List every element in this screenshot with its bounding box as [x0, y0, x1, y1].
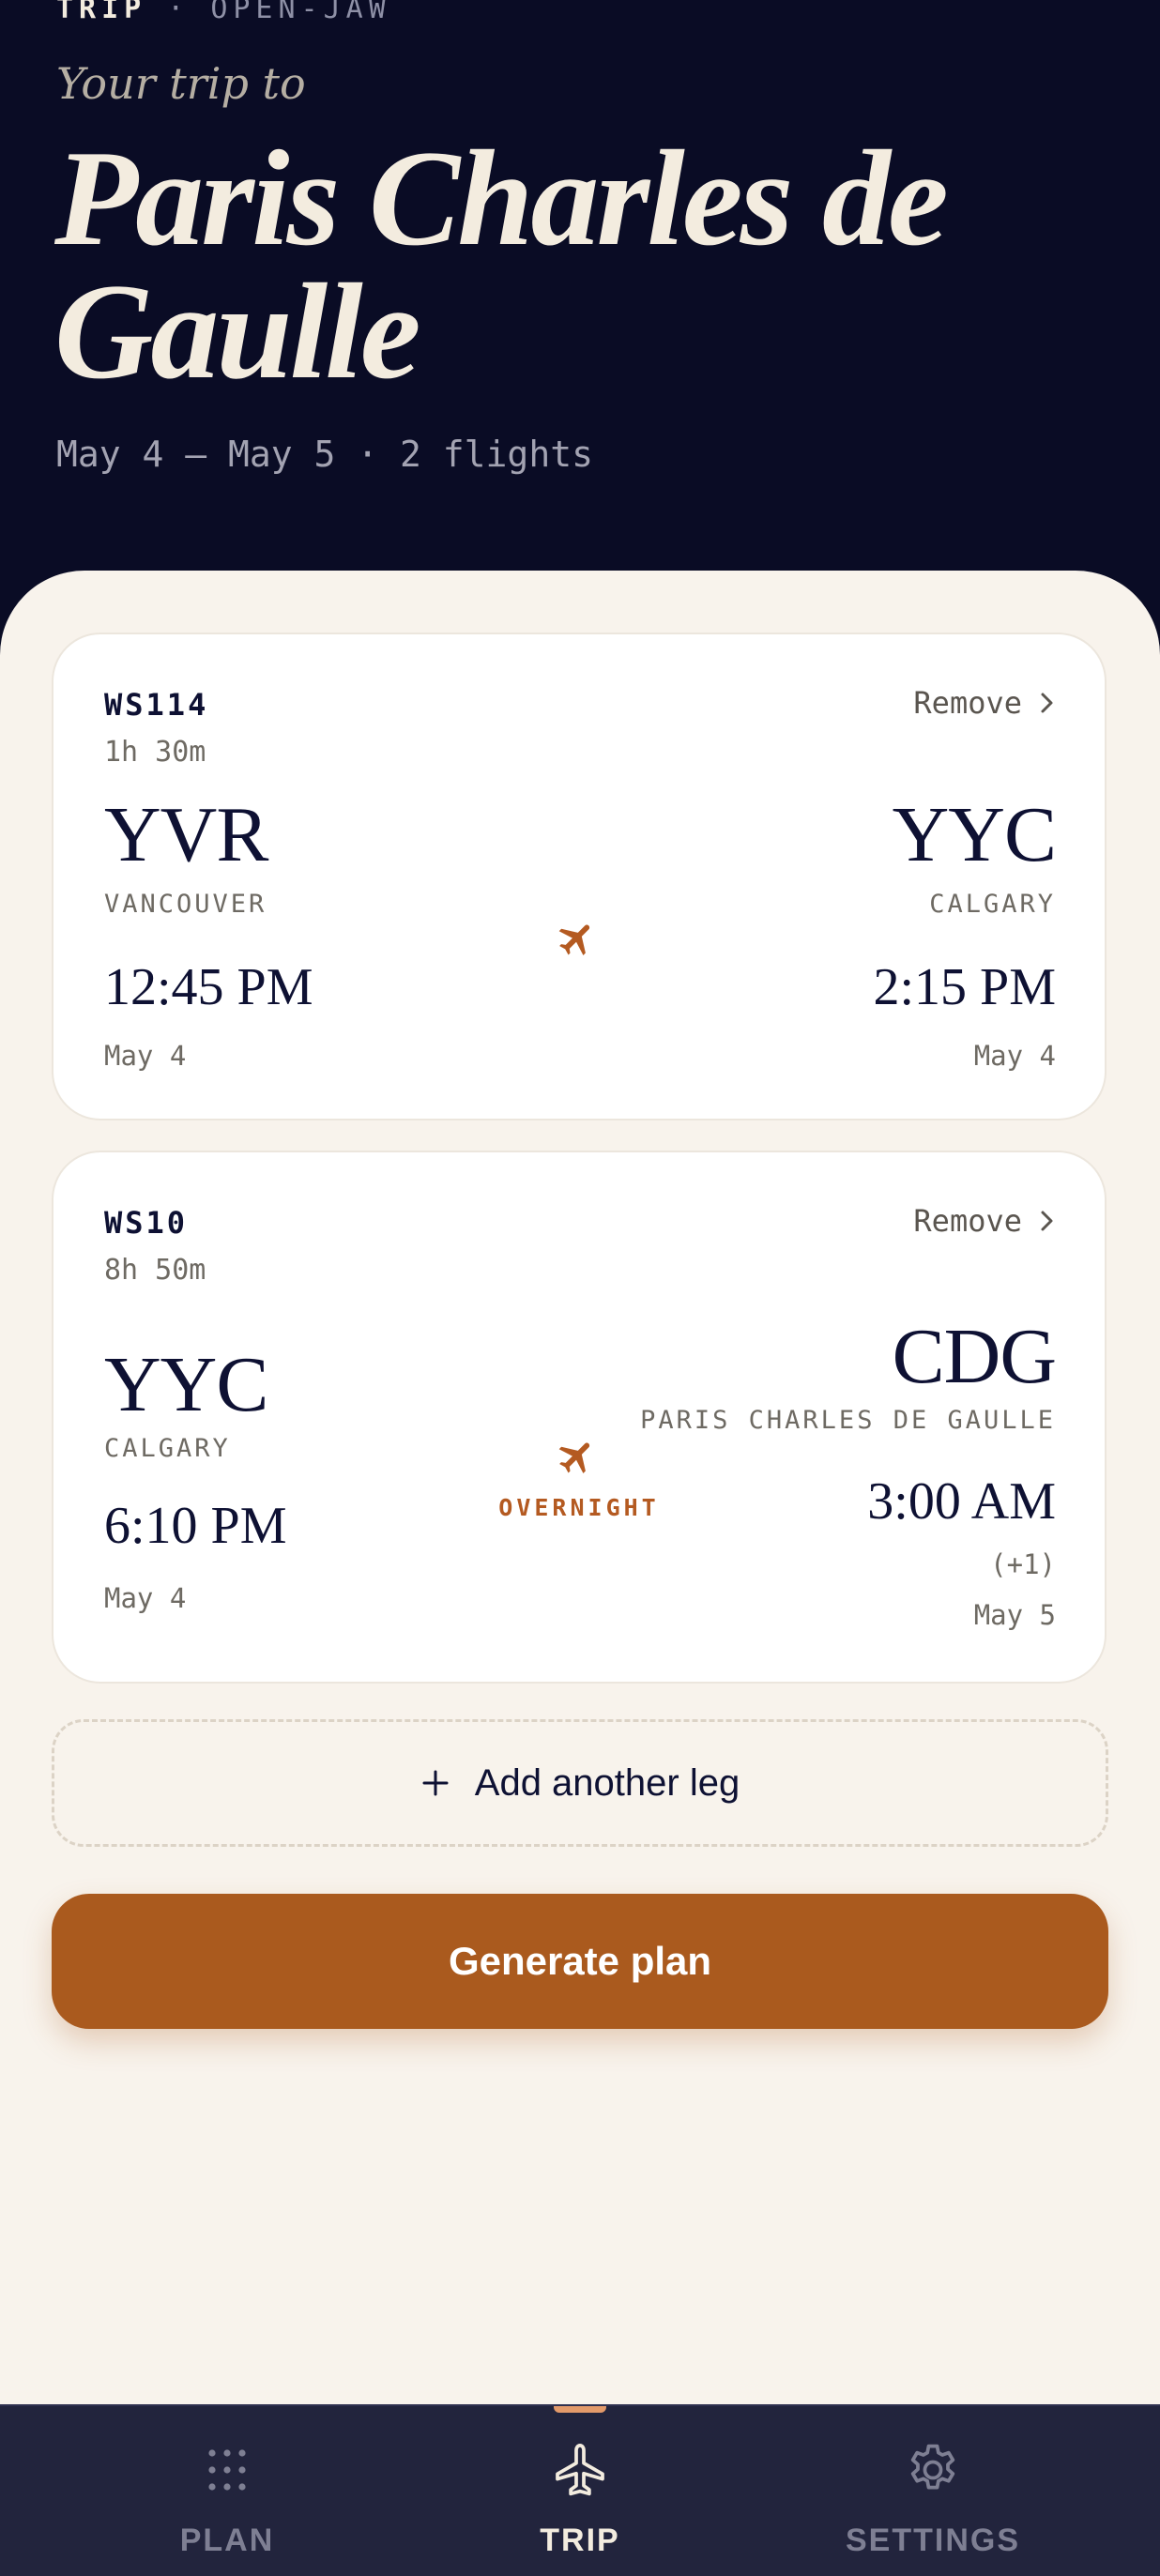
gear-icon [910, 2444, 955, 2490]
destination-city: CALGARY [929, 890, 1056, 919]
grid-dots-icon [208, 2449, 246, 2491]
nav-label-settings: SETTINGS [845, 2523, 1021, 2558]
remove-leg-button[interactable]: Remove [913, 1203, 1056, 1239]
page-title: Paris Charles de Gaulle [54, 122, 949, 407]
trip-type-label: OPEN-JAW [210, 0, 391, 25]
destination-airport-code: CDG [892, 1313, 1057, 1400]
generate-plan-button[interactable]: Generate plan [52, 1894, 1108, 2029]
trip-header: TRIP · OPEN-JAW Your trip to Paris Charles… [0, 0, 1160, 657]
origin-city: VANCOUVER [104, 890, 267, 919]
origin-airport-code: YYC [104, 1341, 268, 1428]
arrival-time: 2:15 PM [873, 958, 1057, 1016]
nav-label-trip: TRIP [540, 2523, 620, 2558]
eyebrow-separator: · [167, 0, 191, 25]
flight-duration: 8h 50m [104, 1254, 206, 1287]
origin-city: CALGARY [104, 1434, 231, 1463]
header-kicker: Your trip to [56, 58, 306, 109]
departure-date: May 4 [104, 1582, 187, 1614]
flight-leg-card: WS10 8h 50m Remove YYC CALGARY 6:10 PM M… [52, 1151, 1107, 1684]
chevron-right-icon [1041, 693, 1053, 713]
nav-label-plan: PLAN [179, 2523, 275, 2558]
add-leg-label: Add another leg [474, 1761, 740, 1804]
nav-item-plan[interactable]: PLAN [34, 2406, 420, 2576]
remove-label: Remove [913, 1203, 1022, 1239]
destination-airport-code: YYC [892, 791, 1057, 878]
nav-item-trip[interactable]: TRIP [387, 2406, 773, 2576]
departure-date: May 4 [104, 1040, 187, 1072]
plus-icon [422, 1770, 449, 1796]
remove-label: Remove [913, 685, 1022, 721]
departure-time: 12:45 PM [104, 958, 313, 1016]
trip-eyebrow: TRIP · OPEN-JAW [56, 0, 391, 25]
flight-number: WS114 [104, 687, 209, 723]
arrival-date: May 4 [973, 1040, 1056, 1072]
flight-duration: 1h 30m [104, 736, 206, 769]
flight-number: WS10 [104, 1205, 189, 1241]
destination-city: PARIS CHARLES DE GAULLE [640, 1406, 1056, 1435]
airplane-icon [558, 1442, 590, 1473]
bottom-nav: PLAN TRIP SETTINGS [0, 2404, 1160, 2576]
eyebrow-section: TRIP [56, 0, 147, 25]
day-offset-label: (+1) [990, 1548, 1056, 1580]
trip-screen: TRIP · OPEN-JAW Your trip to Paris Charles… [0, 0, 1160, 2576]
generate-plan-label: Generate plan [448, 1939, 712, 1983]
active-tab-indicator [554, 2406, 606, 2413]
nav-item-settings[interactable]: SETTINGS [740, 2406, 1126, 2576]
flight-leg-card: WS114 1h 30m Remove YVR VANCOUVER 12:45 … [52, 633, 1107, 1120]
origin-airport-code: YVR [104, 791, 268, 878]
arrival-time: 3:00 AM [867, 1472, 1056, 1531]
trip-summary: May 4 – May 5 · 2 flights [56, 434, 593, 475]
remove-leg-button[interactable]: Remove [913, 685, 1056, 721]
add-leg-button[interactable]: Add another leg [52, 1719, 1108, 1847]
airplane-icon [556, 2444, 604, 2496]
airplane-icon [558, 924, 590, 955]
chevron-right-icon [1041, 1211, 1053, 1231]
arrival-date: May 5 [973, 1599, 1056, 1631]
